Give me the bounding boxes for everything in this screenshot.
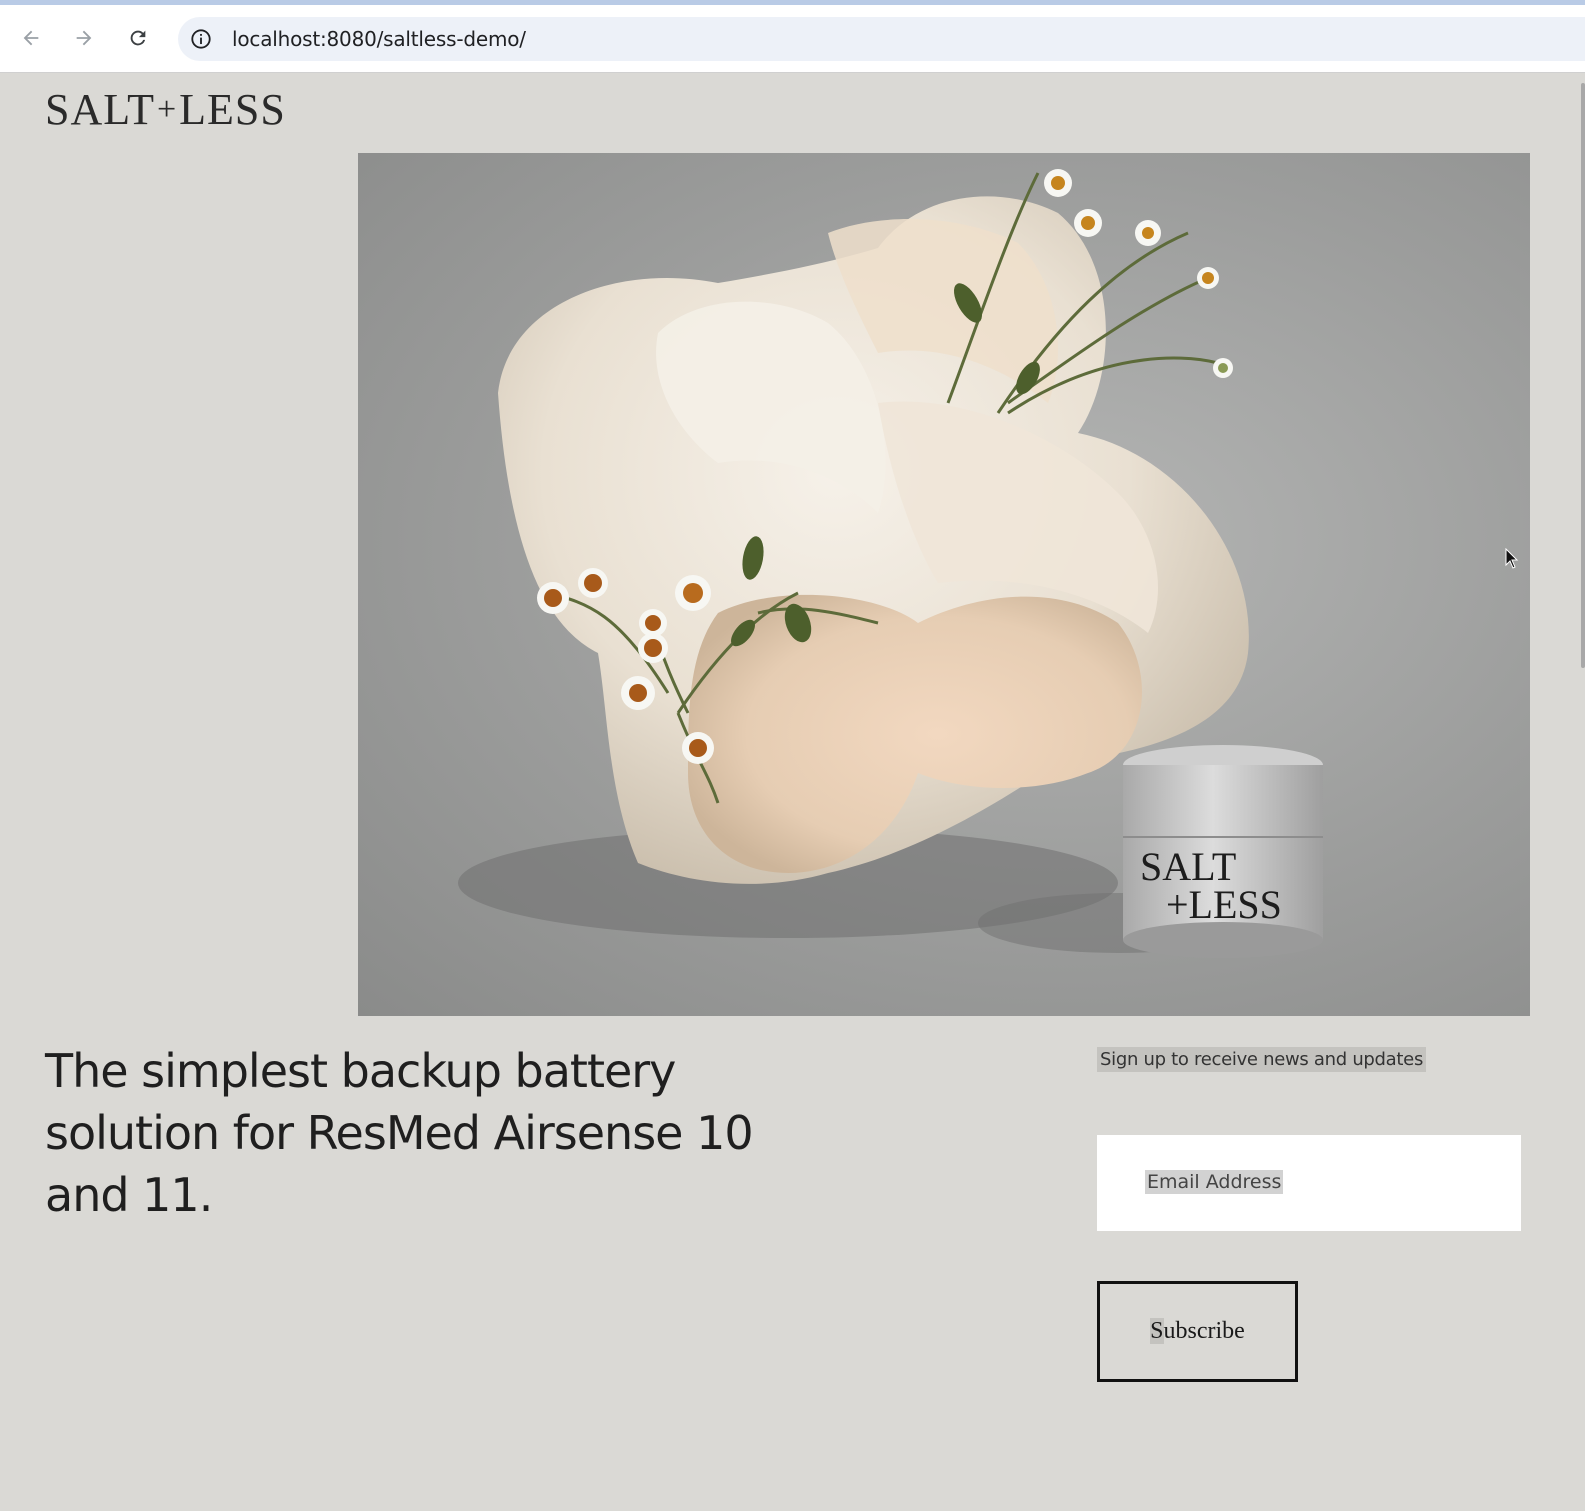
arrow-left-icon — [23, 30, 39, 46]
site-logo[interactable]: SALT+LESS — [45, 84, 286, 135]
address-bar[interactable]: localhost:8080/saltless-demo/ — [178, 17, 1585, 61]
subscribe-label-rest: ubscribe — [1163, 1318, 1245, 1344]
subscribe-button[interactable]: Subscribe — [1097, 1281, 1298, 1382]
url-text[interactable]: localhost:8080/saltless-demo/ — [232, 27, 526, 51]
product-jar: SALT +LESS — [1123, 745, 1323, 958]
subscribe-label: Subscribe — [1150, 1318, 1245, 1345]
reload-button[interactable] — [121, 21, 155, 55]
reload-icon — [130, 30, 146, 46]
page-headline: The simplest backup battery solution for… — [45, 1044, 754, 1222]
logo-text-less: LESS — [179, 85, 286, 134]
arrow-right-icon — [76, 30, 92, 46]
email-placeholder: Email Address — [1145, 1170, 1284, 1194]
back-button[interactable] — [14, 21, 48, 55]
info-icon[interactable] — [190, 28, 212, 50]
logo-text-salt: SALT — [45, 85, 155, 134]
hero-illustration: SALT +LESS — [458, 169, 1323, 958]
hero-image: SALT +LESS — [358, 153, 1530, 1016]
mouse-cursor-icon — [1505, 548, 1519, 569]
subscribe-label-first: S — [1150, 1318, 1164, 1344]
signup-label: Sign up to receive news and updates — [1097, 1047, 1427, 1072]
scrollbar-thumb[interactable] — [1581, 83, 1585, 668]
logo-plus: + — [156, 91, 178, 128]
email-input[interactable]: Email Address — [1097, 1135, 1521, 1231]
forward-button[interactable] — [67, 21, 101, 55]
jar-label-less: +LESS — [1166, 882, 1282, 927]
scrollbar[interactable] — [1579, 73, 1585, 1511]
browser-toolbar: localhost:8080/saltless-demo/ — [0, 5, 1585, 73]
